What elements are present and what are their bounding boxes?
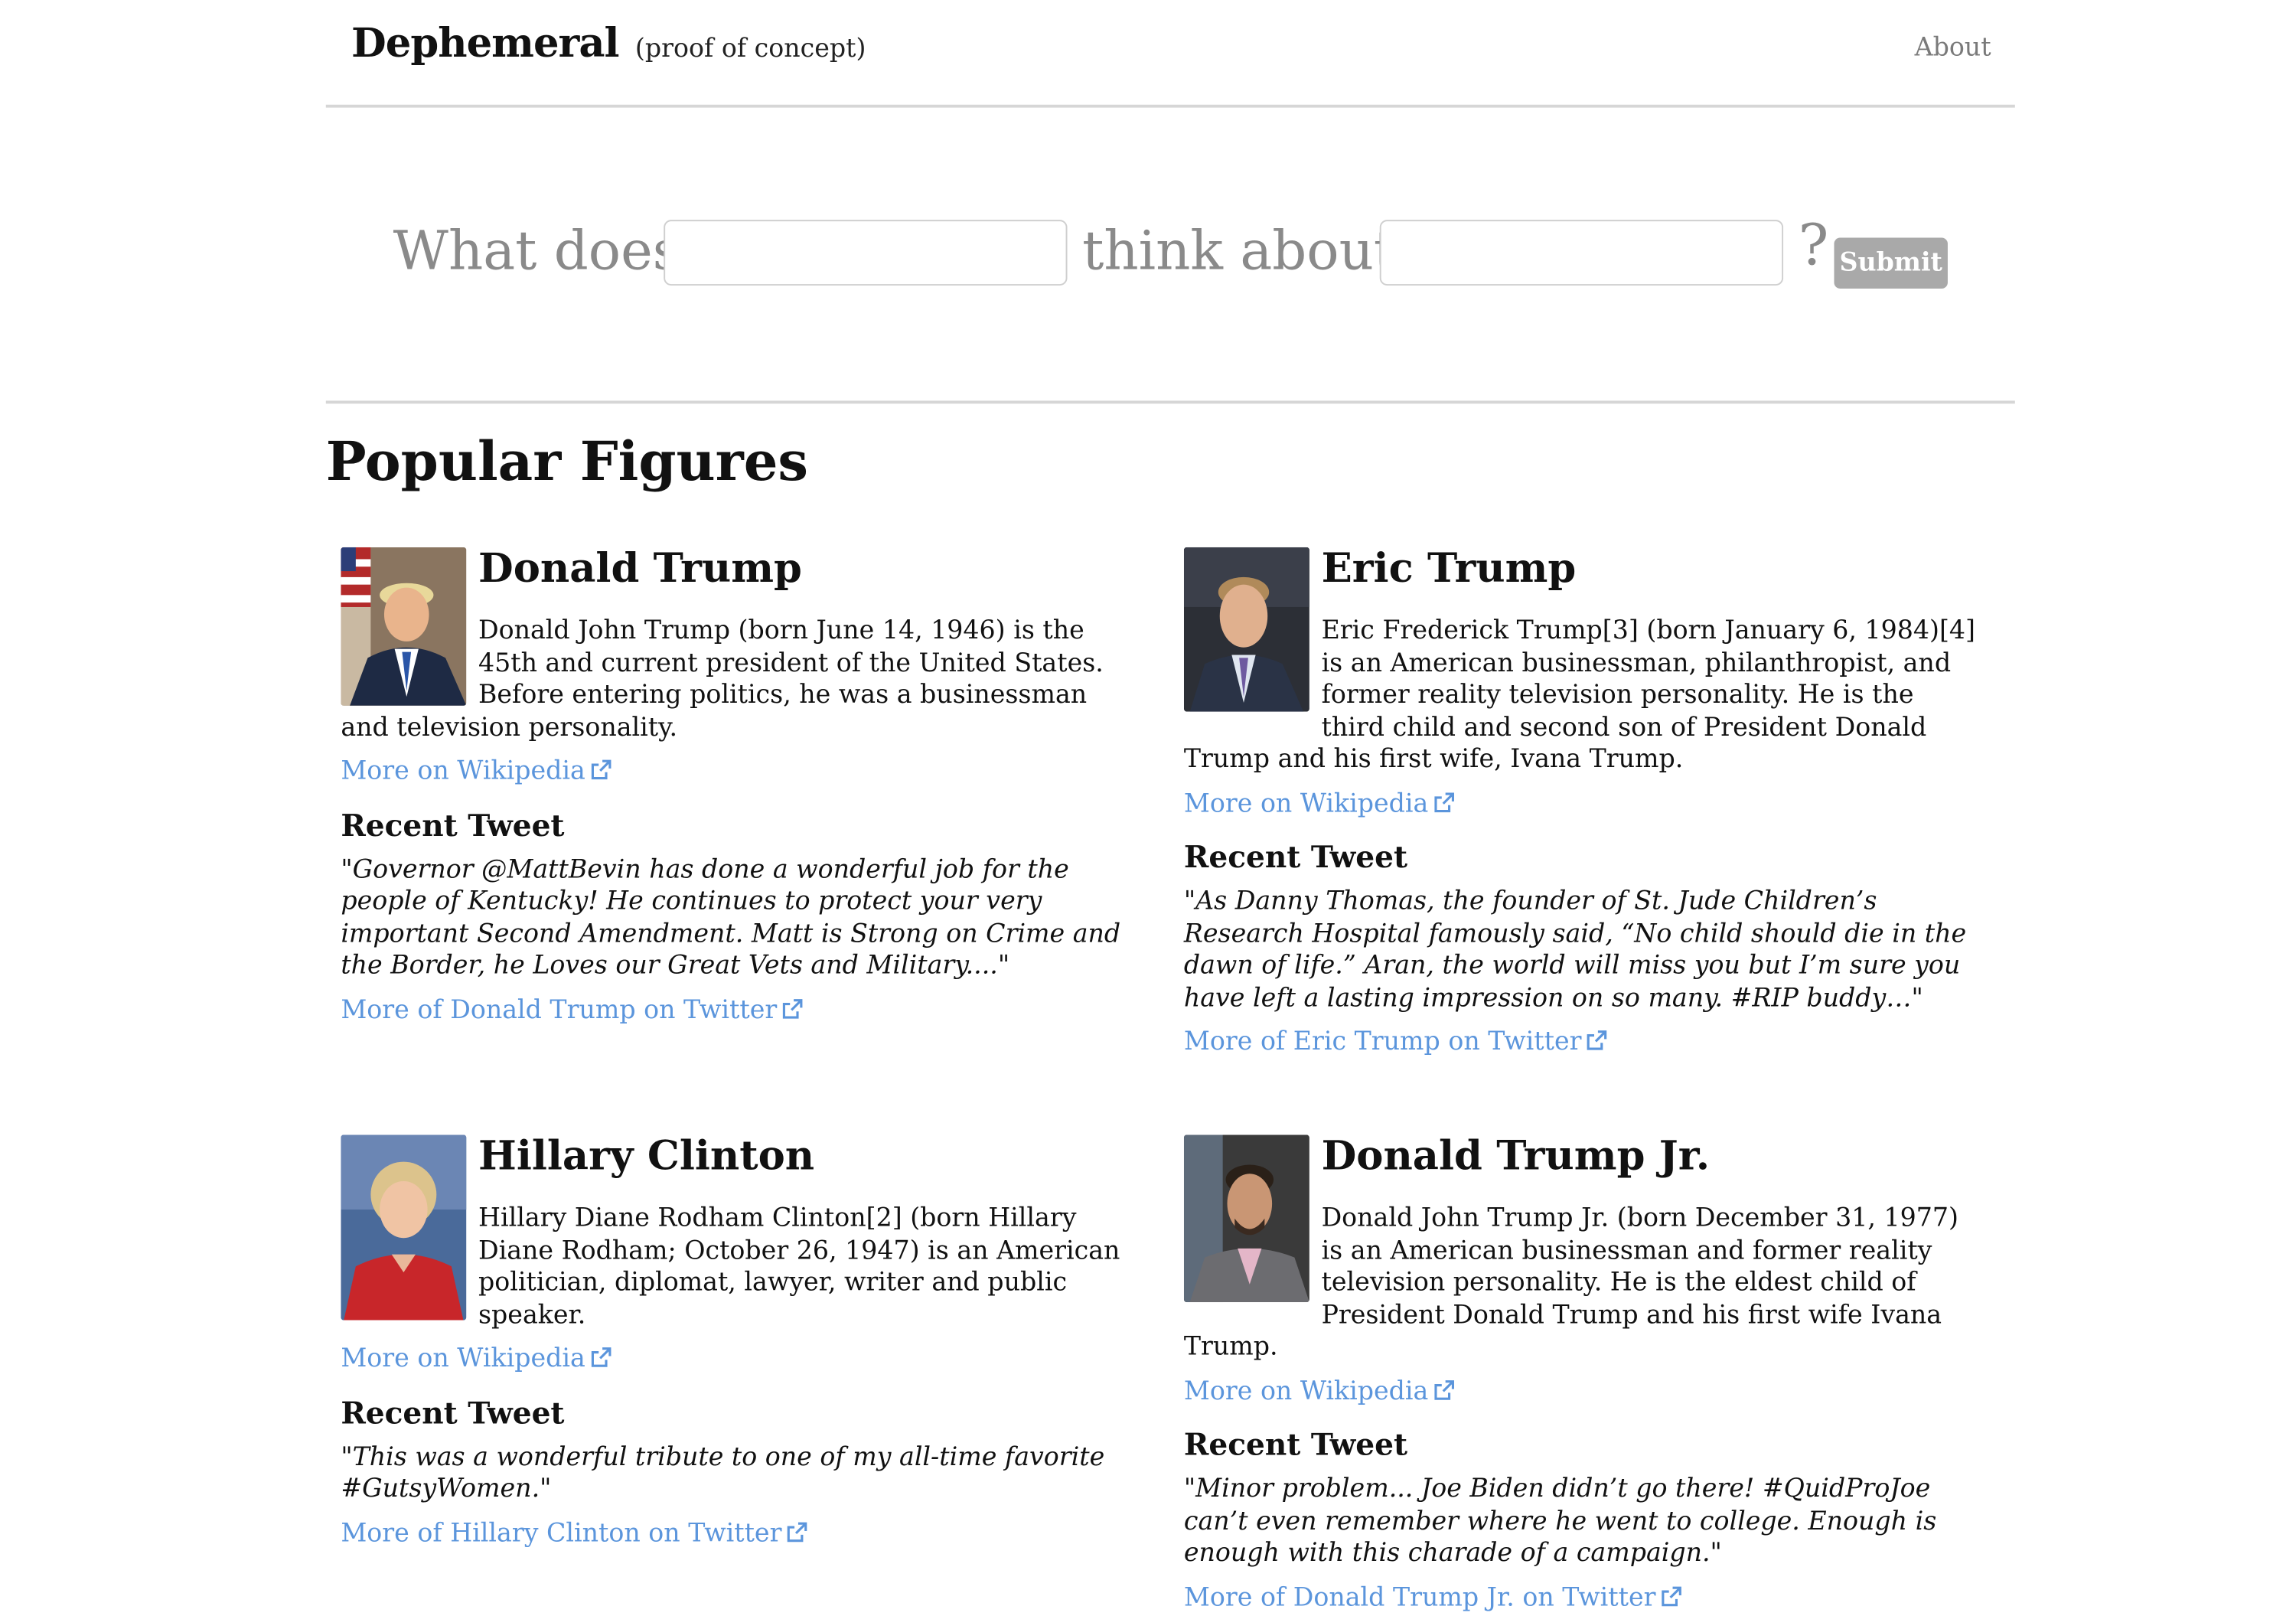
question-middle: think about	[1082, 221, 1396, 283]
portrait-hillary-clinton-icon	[341, 1134, 467, 1321]
twitter-link-label: More of Hillary Clinton on Twitter	[341, 1518, 782, 1549]
wikipedia-link-label: More on Wikipedia	[341, 756, 585, 787]
person-input[interactable]	[664, 220, 1068, 286]
wikipedia-link-label: More on Wikipedia	[1183, 788, 1429, 819]
twitter-link[interactable]: More of Donald Trump Jr. on Twitter	[1184, 1582, 1984, 1616]
wikipedia-link[interactable]: More on Wikipedia	[1184, 1376, 1454, 1410]
figure-card: Eric Trump Eric Frederick Trump[3] (born…	[1183, 546, 1984, 1061]
external-link-icon	[1433, 1378, 1454, 1410]
wikipedia-link[interactable]: More on Wikipedia	[341, 756, 611, 790]
external-link-icon	[786, 1520, 807, 1552]
portrait-donald-trump-icon	[341, 547, 467, 706]
recent-tweet-text: "Minor problem... Joe Biden didn’t go th…	[1183, 1474, 1937, 1569]
twitter-link[interactable]: More of Hillary Clinton on Twitter	[341, 1518, 1140, 1552]
figure-card: Donald Trump Donald John Trump (born Jun…	[341, 546, 1140, 1029]
twitter-link-label: More of Donald Trump Jr. on Twitter	[1183, 1582, 1656, 1613]
question-mark: ?	[1798, 212, 1829, 279]
portrait-donald-trump-jr-icon	[1183, 1134, 1309, 1303]
recent-tweet-text: "Governor @MattBevin has done a wonderfu…	[341, 854, 1121, 981]
recent-tweet-heading: Recent Tweet	[341, 806, 565, 843]
external-link-icon	[1586, 1029, 1607, 1061]
recent-tweet-heading: Recent Tweet	[1183, 1426, 1408, 1463]
external-link-icon	[590, 758, 611, 790]
brand-subtitle: (proof of concept)	[634, 34, 866, 64]
wikipedia-link-label: More on Wikipedia	[1183, 1376, 1429, 1406]
recent-tweet-heading: Recent Tweet	[341, 1394, 565, 1431]
portrait-eric-trump-icon	[1183, 547, 1309, 712]
recent-tweet-heading: Recent Tweet	[1183, 838, 1408, 875]
figure-card: Hillary Clinton Hillary Diane Rodham Cli…	[341, 1133, 1140, 1552]
recent-tweet-text: "This was a wonderful tribute to one of …	[341, 1441, 1105, 1504]
external-link-icon	[781, 997, 803, 1029]
wikipedia-link-label: More on Wikipedia	[341, 1343, 585, 1374]
twitter-link-label: More of Donald Trump on Twitter	[341, 994, 778, 1025]
recent-tweet-text: "As Danny Thomas, the founder of St. Jud…	[1183, 886, 1967, 1014]
submit-button[interactable]: Submit	[1834, 237, 1948, 289]
question-prefix: What does	[393, 221, 680, 283]
wikipedia-link[interactable]: More on Wikipedia	[1184, 788, 1454, 822]
wikipedia-link[interactable]: More on Wikipedia	[341, 1344, 611, 1378]
nav-about-link[interactable]: About	[1915, 33, 1991, 63]
brand-name: Dephemeral	[351, 21, 620, 67]
navbar: Dephemeral (proof of concept) About	[325, 0, 2015, 108]
external-link-icon	[1433, 790, 1454, 822]
question-form: What does think about ? Submit	[325, 108, 2015, 404]
twitter-link[interactable]: More of Eric Trump on Twitter	[1184, 1027, 1984, 1061]
external-link-icon	[1660, 1584, 1681, 1616]
popular-figures-heading: Popular Figures	[325, 430, 809, 494]
brand[interactable]: Dephemeral (proof of concept)	[351, 21, 866, 67]
topic-input[interactable]	[1379, 220, 1784, 286]
external-link-icon	[590, 1346, 611, 1378]
twitter-link-label: More of Eric Trump on Twitter	[1183, 1027, 1582, 1057]
figure-card: Donald Trump Jr. Donald John Trump Jr. (…	[1183, 1133, 1984, 1616]
twitter-link[interactable]: More of Donald Trump on Twitter	[341, 995, 1140, 1029]
